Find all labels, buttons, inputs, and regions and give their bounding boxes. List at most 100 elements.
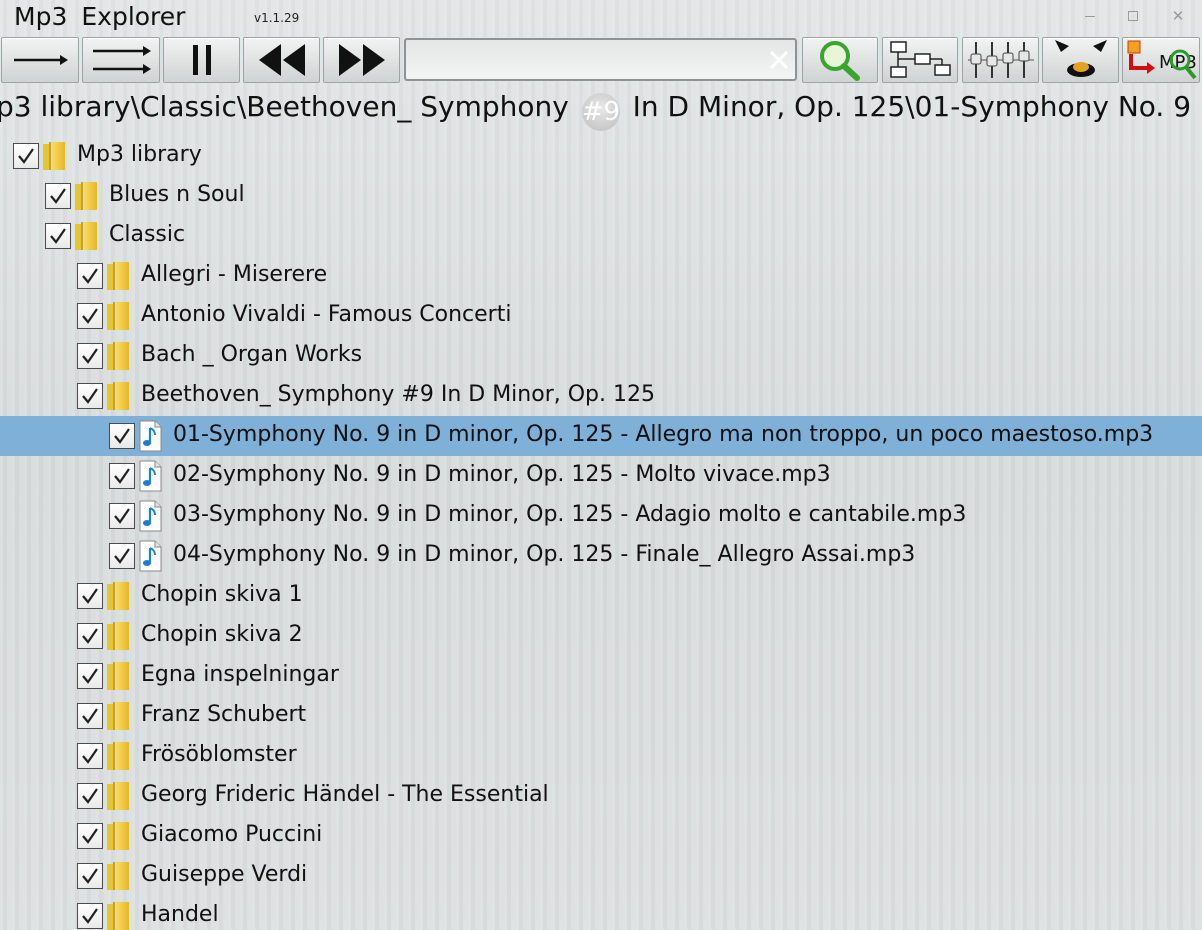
tree-item-label: 03-Symphony No. 9 in D minor, Op. 125 - … <box>173 502 967 527</box>
app-title-part2: Explorer <box>81 2 186 31</box>
rewind-button[interactable] <box>243 37 320 83</box>
tree-checkbox[interactable] <box>109 463 135 489</box>
equalizer-icon <box>967 42 1034 78</box>
tree-checkbox[interactable] <box>77 263 103 289</box>
tree-folder-row[interactable]: Beethoven_ Symphony #9 In D Minor, Op. 1… <box>0 376 1202 416</box>
folder-icon <box>73 220 99 252</box>
tree-checkbox[interactable] <box>45 183 71 209</box>
tree-checkbox[interactable] <box>77 383 103 409</box>
tree-folder-row[interactable]: Allegri - Miserere <box>0 256 1202 296</box>
tree-checkbox[interactable] <box>77 823 103 849</box>
path-hash-badge: #9 <box>581 93 620 131</box>
tree-checkbox[interactable] <box>77 743 103 769</box>
maximize-icon <box>1128 11 1138 21</box>
play-next-button[interactable] <box>1 37 79 83</box>
title-bar[interactable]: Mp3 Explorer v1.1.29 ✕ <box>0 0 1202 36</box>
tree-checkbox[interactable] <box>13 143 39 169</box>
folder-icon <box>105 380 131 412</box>
close-button[interactable]: ✕ <box>1168 6 1188 26</box>
tree-item-label: Chopin skiva 2 <box>141 622 303 647</box>
minimize-button[interactable] <box>1080 6 1100 26</box>
tree-checkbox[interactable] <box>77 583 103 609</box>
fast-forward-button[interactable] <box>323 37 400 83</box>
folder-icon <box>41 140 67 172</box>
tree-checkbox[interactable] <box>77 623 103 649</box>
tree-folder-row[interactable]: Guiseppe Verdi <box>0 856 1202 896</box>
tree-folder-row[interactable]: Blues n Soul <box>0 176 1202 216</box>
tree-checkbox[interactable] <box>77 303 103 329</box>
fast-forward-icon <box>338 44 385 76</box>
checkmark-icon <box>18 148 34 164</box>
app-title: Mp3 Explorer <box>14 2 185 31</box>
folder-icon <box>105 580 131 612</box>
play-all-button[interactable] <box>82 37 160 83</box>
tree-folder-row[interactable]: Franz Schubert <box>0 696 1202 736</box>
tree-checkbox[interactable] <box>45 223 71 249</box>
tree-item-label: Classic <box>109 222 186 247</box>
magnifier-icon <box>820 41 860 81</box>
tree-folder-row[interactable]: Giacomo Puccini <box>0 816 1202 856</box>
tree-checkbox[interactable] <box>109 543 135 569</box>
tree-folder-row[interactable]: Egna inspelningar <box>0 656 1202 696</box>
tree-checkbox[interactable] <box>77 703 103 729</box>
tree-folder-row[interactable]: Frösöblomster <box>0 736 1202 776</box>
find-mp3-button[interactable]: MP3 <box>1122 37 1200 83</box>
tree-folder-row[interactable]: Georg Frideric Händel - The Essential <box>0 776 1202 816</box>
tree-checkbox[interactable] <box>77 783 103 809</box>
tree-folder-row[interactable]: Chopin skiva 2 <box>0 616 1202 656</box>
path-part-after: In D Minor, Op. 125\01-Symphony No. 9 in… <box>632 90 1202 123</box>
search-input[interactable] <box>412 44 752 76</box>
current-path: p3 library\Classic\Beethoven_ Symphony #… <box>0 90 1202 131</box>
tree-folder-row[interactable]: Classic <box>0 216 1202 256</box>
music-file-icon <box>137 420 163 452</box>
tree-folder-row[interactable]: Mp3 library <box>0 136 1202 176</box>
tree-item-label: Blues n Soul <box>109 182 245 207</box>
pause-button[interactable] <box>163 37 240 83</box>
folder-icon <box>105 300 131 332</box>
maximize-button[interactable] <box>1123 6 1143 26</box>
tree-item-label: 02-Symphony No. 9 in D minor, Op. 125 - … <box>173 462 831 487</box>
double-arrow-icon <box>93 46 151 74</box>
checkmark-icon <box>82 348 98 364</box>
tree-file-row[interactable]: 04-Symphony No. 9 in D minor, Op. 125 - … <box>0 536 1202 576</box>
checkmark-icon <box>114 548 130 564</box>
tree-view-button[interactable] <box>882 37 958 83</box>
folder-icon <box>105 860 131 892</box>
tree-folder-row[interactable]: Handel <box>0 896 1202 930</box>
tree-file-row[interactable]: 03-Symphony No. 9 in D minor, Op. 125 - … <box>0 496 1202 536</box>
tree-folder-row[interactable]: Antonio Vivaldi - Famous Concerti <box>0 296 1202 336</box>
folder-icon <box>105 340 131 372</box>
close-window-icon: ✕ <box>1171 7 1185 25</box>
tree-checkbox[interactable] <box>77 663 103 689</box>
current-path-bar: p3 library\Classic\Beethoven_ Symphony #… <box>0 86 1202 132</box>
app-title-part1: Mp3 <box>14 2 68 31</box>
folder-icon <box>73 180 99 212</box>
app-window: Mp3 Explorer v1.1.29 ✕ MP3 p3 library\Cl… <box>0 0 1202 930</box>
equalizer-button[interactable] <box>962 37 1039 83</box>
checkmark-icon <box>82 708 98 724</box>
tree-item-label: Bach _ Organ Works <box>141 342 363 367</box>
checkmark-icon <box>114 468 130 484</box>
checkmark-icon <box>82 308 98 324</box>
search-button[interactable] <box>802 37 878 83</box>
speaker-button[interactable] <box>1042 37 1119 83</box>
tree-item-label: Chopin skiva 1 <box>141 582 303 607</box>
tree-checkbox[interactable] <box>77 343 103 369</box>
tree-checkbox[interactable] <box>109 503 135 529</box>
tree-checkbox[interactable] <box>109 423 135 449</box>
checkmark-icon <box>82 388 98 404</box>
tree-item-label: Georg Frideric Händel - The Essential <box>141 782 549 807</box>
tree-item-label: Allegri - Miserere <box>141 262 328 287</box>
tree-folder-row[interactable]: Chopin skiva 1 <box>0 576 1202 616</box>
clear-search-button[interactable] <box>764 42 794 78</box>
tree-file-row[interactable]: 01-Symphony No. 9 in D minor, Op. 125 - … <box>0 416 1202 456</box>
tree-folder-row[interactable]: Bach _ Organ Works <box>0 336 1202 376</box>
speaker-icon <box>1054 40 1107 77</box>
tree-file-row[interactable]: 02-Symphony No. 9 in D minor, Op. 125 - … <box>0 456 1202 496</box>
pause-icon <box>192 45 211 75</box>
tree-checkbox[interactable] <box>77 863 103 889</box>
tree-item-label: 04-Symphony No. 9 in D minor, Op. 125 - … <box>173 542 916 567</box>
tree-checkbox[interactable] <box>77 903 103 929</box>
folder-icon <box>105 260 131 292</box>
folder-icon <box>105 780 131 812</box>
